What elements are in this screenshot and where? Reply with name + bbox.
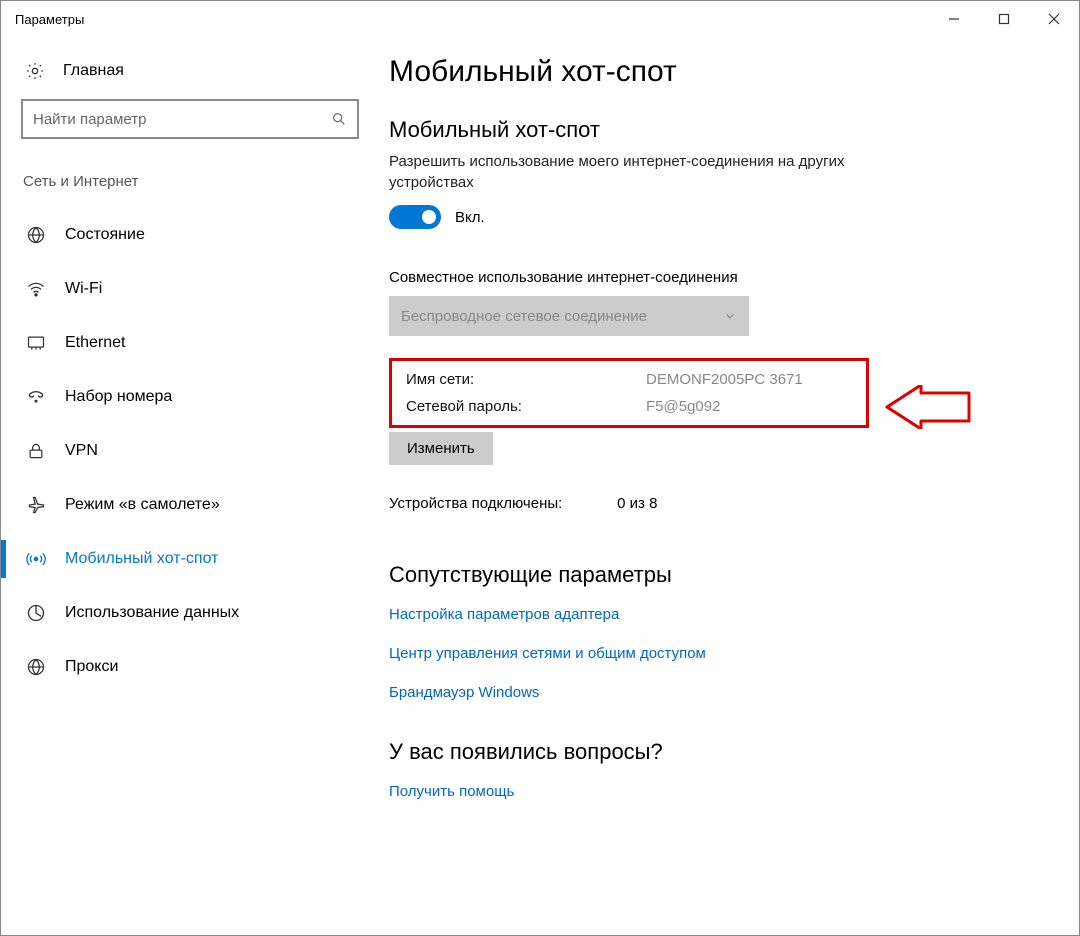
sidebar-item-label: Режим «в самолете»: [65, 496, 220, 514]
sidebar-item-label: Ethernet: [65, 334, 125, 352]
section-title: Мобильный хот-спот: [389, 117, 1039, 143]
link-get-help[interactable]: Получить помощь: [389, 783, 1039, 800]
page-title: Мобильный хот-спот: [389, 55, 1039, 89]
toggle-label: Вкл.: [455, 209, 485, 226]
related-settings: Сопутствующие параметры Настройка параме…: [389, 562, 1039, 701]
sidebar-item-dialup[interactable]: Набор номера: [21, 370, 359, 424]
search-icon: [331, 111, 347, 127]
window-controls: [929, 1, 1079, 37]
section-description: Разрешить использование моего интернет-с…: [389, 151, 889, 193]
ethernet-icon: [25, 333, 47, 353]
sidebar-item-label: Состояние: [65, 226, 145, 244]
sidebar-item-data-usage[interactable]: Использование данных: [21, 586, 359, 640]
network-password-label: Сетевой пароль:: [406, 398, 646, 415]
sidebar-item-label: Мобильный хот-спот: [65, 550, 218, 568]
sidebar-item-label: Прокси: [65, 658, 118, 676]
vpn-icon: [25, 441, 47, 461]
sidebar: Главная Найти параметр Сеть и Интернет С…: [1, 37, 379, 935]
highlight-box: Имя сети: DEMONF2005PC 3671 Сетевой паро…: [389, 358, 869, 428]
change-button[interactable]: Изменить: [389, 432, 493, 465]
related-title: Сопутствующие параметры: [389, 562, 1039, 588]
network-name-value: DEMONF2005PC 3671: [646, 371, 803, 388]
annotation-arrow-icon: [881, 385, 971, 429]
sidebar-item-label: Wi-Fi: [65, 280, 102, 298]
search-input[interactable]: Найти параметр: [21, 99, 359, 139]
sidebar-group-header: Сеть и Интернет: [21, 173, 359, 190]
close-button[interactable]: [1029, 1, 1079, 37]
minimize-button[interactable]: [929, 1, 979, 37]
maximize-button[interactable]: [979, 1, 1029, 37]
network-name-label: Имя сети:: [406, 371, 646, 388]
sidebar-nav: Состояние Wi-Fi Ethernet Набор номера VP…: [21, 208, 359, 694]
window-title: Параметры: [15, 12, 84, 27]
airplane-icon: [25, 495, 47, 515]
dialup-icon: [25, 387, 47, 407]
main-content: Мобильный хот-спот Мобильный хот-спот Ра…: [379, 37, 1079, 935]
sidebar-home[interactable]: Главная: [21, 61, 359, 81]
status-icon: [25, 225, 47, 245]
devices-label: Устройства подключены:: [389, 495, 613, 512]
gear-icon: [25, 61, 45, 81]
devices-value: 0 из 8: [617, 495, 657, 512]
sidebar-item-ethernet[interactable]: Ethernet: [21, 316, 359, 370]
sidebar-item-proxy[interactable]: Прокси: [21, 640, 359, 694]
sidebar-item-status[interactable]: Состояние: [21, 208, 359, 262]
link-windows-firewall[interactable]: Брандмауэр Windows: [389, 684, 1039, 701]
devices-connected: Устройства подключены: 0 из 8: [389, 495, 1039, 512]
sidebar-item-label: VPN: [65, 442, 98, 460]
help-title: У вас появились вопросы?: [389, 739, 1039, 765]
hotspot-toggle[interactable]: [389, 205, 441, 229]
sidebar-item-airplane[interactable]: Режим «в самолете»: [21, 478, 359, 532]
sidebar-item-vpn[interactable]: VPN: [21, 424, 359, 478]
hotspot-icon: [25, 549, 47, 569]
share-connection-label: Совместное использование интернет-соедин…: [389, 269, 1039, 286]
dropdown-value: Беспроводное сетевое соединение: [401, 308, 647, 325]
search-placeholder: Найти параметр: [33, 111, 331, 128]
link-network-center[interactable]: Центр управления сетями и общим доступом: [389, 645, 1039, 662]
titlebar: Параметры: [1, 1, 1079, 37]
wifi-icon: [25, 279, 47, 299]
proxy-icon: [25, 657, 47, 677]
data-usage-icon: [25, 603, 47, 623]
link-adapter-settings[interactable]: Настройка параметров адаптера: [389, 606, 1039, 623]
help-section: У вас появились вопросы? Получить помощь: [389, 739, 1039, 800]
sidebar-item-hotspot[interactable]: Мобильный хот-спот: [21, 532, 359, 586]
sidebar-item-wifi[interactable]: Wi-Fi: [21, 262, 359, 316]
sidebar-item-label: Набор номера: [65, 388, 172, 406]
sidebar-item-label: Использование данных: [65, 604, 239, 622]
network-password-value: F5@5g092: [646, 398, 720, 415]
sidebar-home-label: Главная: [63, 62, 124, 80]
chevron-down-icon: [723, 309, 737, 323]
share-connection-dropdown[interactable]: Беспроводное сетевое соединение: [389, 296, 749, 336]
